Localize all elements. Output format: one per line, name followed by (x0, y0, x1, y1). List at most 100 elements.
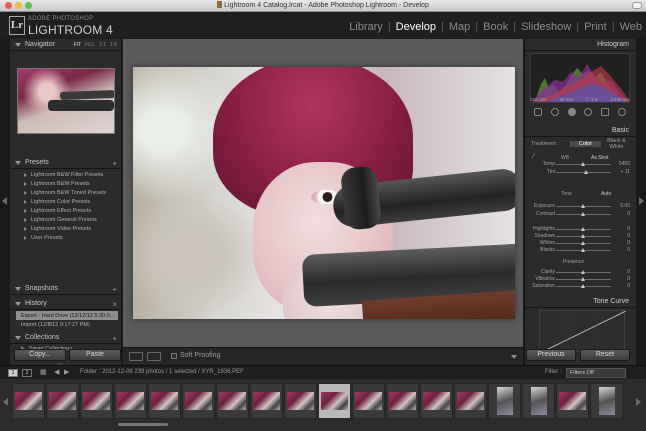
slider-knob[interactable] (581, 234, 585, 238)
filmstrip-thumbnail[interactable] (250, 383, 283, 419)
preset-folder[interactable]: Lightroom Color Presets (16, 197, 118, 206)
spot-removal-tool-icon[interactable] (567, 108, 576, 116)
slider-knob[interactable] (581, 212, 585, 216)
tone-curve-graph[interactable] (539, 310, 627, 354)
filmstrip-thumbnail[interactable] (386, 383, 419, 419)
slider-knob[interactable] (581, 270, 585, 274)
slider-value[interactable]: 0 (627, 211, 630, 217)
grid-tool-icon[interactable] (534, 108, 543, 116)
filmstrip-thumbnail[interactable] (182, 383, 215, 419)
reset-button[interactable]: Reset (580, 349, 630, 361)
histogram-header[interactable]: Histogram (525, 39, 637, 51)
treatment-color[interactable]: Color (570, 141, 601, 147)
grid-view-icon[interactable]: ▦ (40, 368, 47, 376)
before-after-button[interactable] (147, 352, 161, 361)
slider-knob[interactable] (581, 241, 585, 245)
basic-header[interactable]: Basic (525, 125, 637, 137)
navigator-preview[interactable] (17, 68, 115, 134)
filmstrip-scrollbar[interactable] (118, 423, 168, 426)
right-panel-toggle[interactable] (636, 39, 646, 365)
collections-header[interactable]: Collections + (10, 332, 122, 344)
slider-track[interactable] (556, 284, 611, 288)
slider-value[interactable]: 5450 (619, 161, 630, 167)
radial-brush-icon[interactable] (617, 108, 626, 116)
slider-value[interactable]: 0.00 (620, 203, 630, 209)
slider-track[interactable] (556, 204, 611, 208)
slider-track[interactable] (556, 277, 611, 281)
add-snapshot-icon[interactable]: + (112, 285, 117, 294)
slider-track[interactable] (556, 212, 611, 216)
history-header[interactable]: History × (10, 298, 122, 310)
slider-value[interactable]: + 11 (621, 169, 631, 175)
add-preset-icon[interactable]: + (112, 159, 117, 168)
crop-tool-icon[interactable] (550, 108, 559, 116)
primary-window-button[interactable]: 1 (8, 369, 18, 377)
white-balance-picker-icon[interactable]: ⁄ (533, 153, 534, 160)
forward-arrow-icon[interactable]: ▶ (64, 368, 69, 376)
presets-header[interactable]: Presets + (10, 157, 122, 169)
slider-knob[interactable] (581, 227, 585, 231)
filmstrip-thumbnail[interactable] (318, 383, 351, 419)
red-eye-tool-icon[interactable] (584, 108, 593, 116)
slider-knob[interactable] (581, 162, 585, 166)
slider-knob[interactable] (581, 248, 585, 252)
filmstrip-left-arrow-icon[interactable] (3, 398, 8, 406)
preset-folder[interactable]: Lightroom B&W Filter Presets (16, 170, 118, 179)
filmstrip-thumbnail[interactable] (12, 383, 45, 419)
slider-value[interactable]: 0 (627, 283, 630, 289)
filmstrip-thumbnail[interactable] (420, 383, 453, 419)
slider-value[interactable]: 0 (627, 276, 630, 282)
wb-value[interactable]: As Shot (591, 155, 609, 161)
module-library[interactable]: Library (349, 21, 383, 33)
slider-knob[interactable] (581, 277, 585, 281)
left-panel-toggle[interactable] (0, 39, 10, 365)
filmstrip-thumbnail[interactable] (216, 383, 249, 419)
module-print[interactable]: Print (584, 21, 607, 33)
zoom-1-1[interactable]: 1:1 (99, 42, 106, 48)
module-map[interactable]: Map (449, 21, 470, 33)
slider-value[interactable]: 0 (627, 226, 630, 232)
slider-knob[interactable] (581, 204, 585, 208)
copy-button[interactable]: Copy... (14, 349, 66, 361)
zoom-fill[interactable]: FILL (85, 42, 95, 48)
slider-value[interactable]: 0 (627, 233, 630, 239)
filmstrip-thumbnail[interactable] (590, 383, 623, 419)
module-book[interactable]: Book (483, 21, 508, 33)
graduated-filter-icon[interactable] (600, 108, 609, 116)
toolbar-menu-arrow-icon[interactable] (511, 355, 517, 359)
slider-knob[interactable] (583, 170, 588, 174)
soft-proofing-toggle[interactable]: Soft Proofing (171, 352, 220, 359)
filmstrip-thumbnail[interactable] (148, 383, 181, 419)
filmstrip-thumbnail[interactable] (352, 383, 385, 419)
filmstrip-source[interactable]: Folder : 2012-12-08 239 photos / 1 selec… (80, 369, 244, 375)
filmstrip-right-arrow-icon[interactable] (636, 398, 641, 406)
treatment-black-white[interactable]: Black & White (601, 138, 632, 150)
preset-folder[interactable]: Lightroom B&W Toned Presets (16, 188, 118, 197)
preset-folder[interactable]: User Presets (16, 233, 118, 242)
filmstrip-thumbnail[interactable] (80, 383, 113, 419)
slider-track[interactable] (556, 170, 611, 174)
preset-folder[interactable]: Lightroom General Presets (16, 215, 118, 224)
filmstrip-thumbnail[interactable] (46, 383, 79, 419)
preset-folder[interactable]: Lightroom Video Presets (16, 224, 118, 233)
slider-track[interactable] (556, 270, 611, 274)
filmstrip-thumbnail[interactable] (454, 383, 487, 419)
secondary-window-button[interactable]: 2 (22, 369, 32, 377)
module-web[interactable]: Web (620, 21, 642, 33)
filmstrip-thumbnail[interactable] (114, 383, 147, 419)
slider-track[interactable] (556, 227, 611, 231)
paste-button[interactable]: Paste (69, 349, 121, 361)
slider-track[interactable] (556, 234, 611, 238)
add-collection-icon[interactable]: + (112, 334, 117, 343)
fullscreen-toggle-button[interactable] (632, 2, 642, 9)
tone-auto-button[interactable]: Auto (601, 191, 611, 197)
slider-knob[interactable] (581, 284, 585, 288)
loupe-view-button[interactable] (129, 352, 143, 361)
module-slideshow[interactable]: Slideshow (521, 21, 571, 33)
slider-value[interactable]: 0 (627, 247, 630, 253)
slider-value[interactable]: 0 (627, 240, 630, 246)
filmstrip-thumbnail[interactable] (488, 383, 521, 419)
history-item[interactable]: Import (12/8/12 9:17:27 PM) (16, 320, 118, 329)
filmstrip-thumbnail[interactable] (556, 383, 589, 419)
slider-track[interactable] (556, 248, 611, 252)
